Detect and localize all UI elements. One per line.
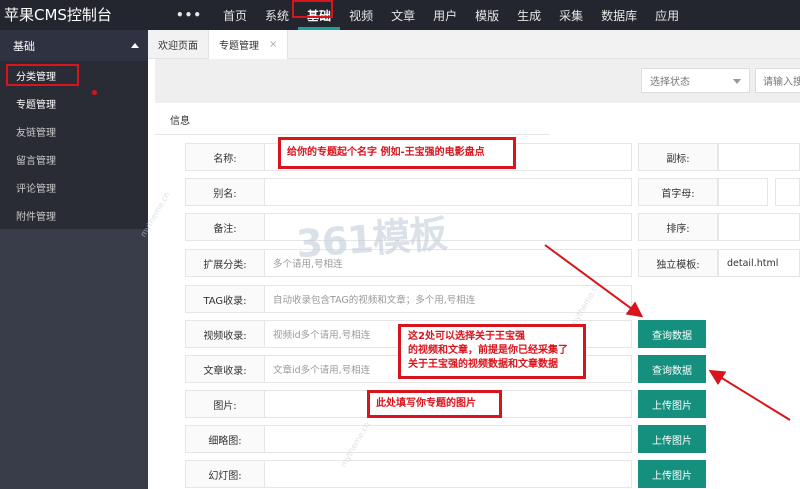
query-video-button[interactable]: 查询数据 xyxy=(638,320,706,348)
annotation-collect-line-2: 的视频和文章，前提是你已经采集了 xyxy=(408,345,568,356)
watermark-logo: 361模板 xyxy=(294,211,448,267)
arrow-to-query-article xyxy=(708,369,791,421)
initial-extra-input[interactable] xyxy=(775,178,800,206)
more-menu-icon[interactable]: ••• xyxy=(168,0,214,30)
nav-home[interactable]: 首页 xyxy=(214,0,256,30)
alias-label: 别名: xyxy=(185,178,265,206)
query-article-button[interactable]: 查询数据 xyxy=(638,355,706,383)
annotation-pic-tip: 此处填写你专题的图片 xyxy=(367,390,502,418)
template-input[interactable]: detail.html xyxy=(718,249,800,277)
pic-label: 图片: xyxy=(185,390,265,418)
template-label: 独立模板: xyxy=(638,249,718,277)
sidebar-list: 分类管理 专题管理 友链管理 留言管理 评论管理 附件管理 xyxy=(0,61,148,229)
tab-topic[interactable]: 专题管理 × xyxy=(209,30,289,59)
sidebar-item-comment[interactable]: 评论管理 xyxy=(0,173,148,201)
upload-thumb-button[interactable]: 上传图片 xyxy=(638,425,706,453)
ext-category-label: 扩展分类: xyxy=(185,249,265,277)
tab-topic-label: 专题管理 xyxy=(219,41,259,52)
status-select[interactable]: 选择状态 xyxy=(641,68,750,93)
search-input[interactable]: 请输入搜 xyxy=(755,68,800,93)
slide-input[interactable] xyxy=(264,460,632,488)
sidebar-group-basic[interactable]: 基础 xyxy=(0,30,148,61)
tab-bar: 欢迎页面 专题管理 × xyxy=(148,30,800,59)
initial-input[interactable] xyxy=(718,178,768,206)
remark-label: 备注: xyxy=(185,213,265,241)
top-bar: 苹果CMS控制台 ••• 首页 系统 基础 视频 文章 用户 模版 生成 采集 … xyxy=(0,0,800,30)
name-label: 名称: xyxy=(185,143,265,171)
annotation-collect-tip: 这2处可以选择关于王宝强 的视频和文章，前提是你已经采集了 关于王宝强的视频数据… xyxy=(398,324,586,379)
nav-template[interactable]: 模版 xyxy=(466,0,508,30)
nav-article[interactable]: 文章 xyxy=(382,0,424,30)
close-icon[interactable]: × xyxy=(269,39,277,50)
annotation-collect-line-1: 这2处可以选择关于王宝强 xyxy=(408,331,525,342)
upload-slide-button[interactable]: 上传图片 xyxy=(638,460,706,488)
nav-generate[interactable]: 生成 xyxy=(508,0,550,30)
alias-input[interactable] xyxy=(264,178,632,206)
annotation-name-tip: 给你的专题起个名字 例如-王宝强的电影盘点 xyxy=(278,137,516,169)
caret-up-icon xyxy=(131,43,139,48)
sidebar-item-guestbook[interactable]: 留言管理 xyxy=(0,145,148,173)
subtitle-input[interactable] xyxy=(718,143,800,171)
app-title: 苹果CMS控制台 xyxy=(4,6,112,24)
thumb-label: 细略图: xyxy=(185,425,265,453)
annotation-box-nav xyxy=(292,0,333,18)
sidebar-group-label: 基础 xyxy=(13,39,35,53)
sidebar-item-topic[interactable]: 专题管理 xyxy=(0,89,148,117)
divider xyxy=(155,134,549,135)
sidebar-item-links[interactable]: 友链管理 xyxy=(0,117,148,145)
annotation-collect-line-3: 关于王宝强的视频数据和文章数据 xyxy=(408,359,558,370)
article-collect-label: 文章收录: xyxy=(185,355,265,383)
sort-label: 排序: xyxy=(638,213,718,241)
tab-welcome[interactable]: 欢迎页面 xyxy=(148,30,209,59)
status-select-label: 选择状态 xyxy=(650,77,690,88)
upload-pic-button[interactable]: 上传图片 xyxy=(638,390,706,418)
annotation-dot xyxy=(92,90,97,95)
sort-input[interactable] xyxy=(718,213,800,241)
top-nav: ••• 首页 系统 基础 视频 文章 用户 模版 生成 采集 数据库 应用 xyxy=(168,0,688,30)
nav-video[interactable]: 视频 xyxy=(340,0,382,30)
sidebar-item-attachment[interactable]: 附件管理 xyxy=(0,201,148,229)
slide-label: 幻灯图: xyxy=(185,460,265,488)
nav-apps[interactable]: 应用 xyxy=(646,0,688,30)
tag-label: TAG收录: xyxy=(185,285,265,313)
video-collect-label: 视频收录: xyxy=(185,320,265,348)
filter-bar: 选择状态 请输入搜 xyxy=(155,59,800,103)
section-title: 信息 xyxy=(170,116,190,127)
annotation-box-sidebar xyxy=(6,64,79,86)
initial-label: 首字母: xyxy=(638,178,718,206)
nav-database[interactable]: 数据库 xyxy=(592,0,646,30)
nav-user[interactable]: 用户 xyxy=(424,0,466,30)
nav-collect[interactable]: 采集 xyxy=(550,0,592,30)
chevron-down-icon xyxy=(733,79,741,84)
subtitle-label: 副标: xyxy=(638,143,718,171)
sidebar: 基础 分类管理 专题管理 友链管理 留言管理 评论管理 附件管理 xyxy=(0,30,148,489)
thumb-input[interactable] xyxy=(264,425,632,453)
